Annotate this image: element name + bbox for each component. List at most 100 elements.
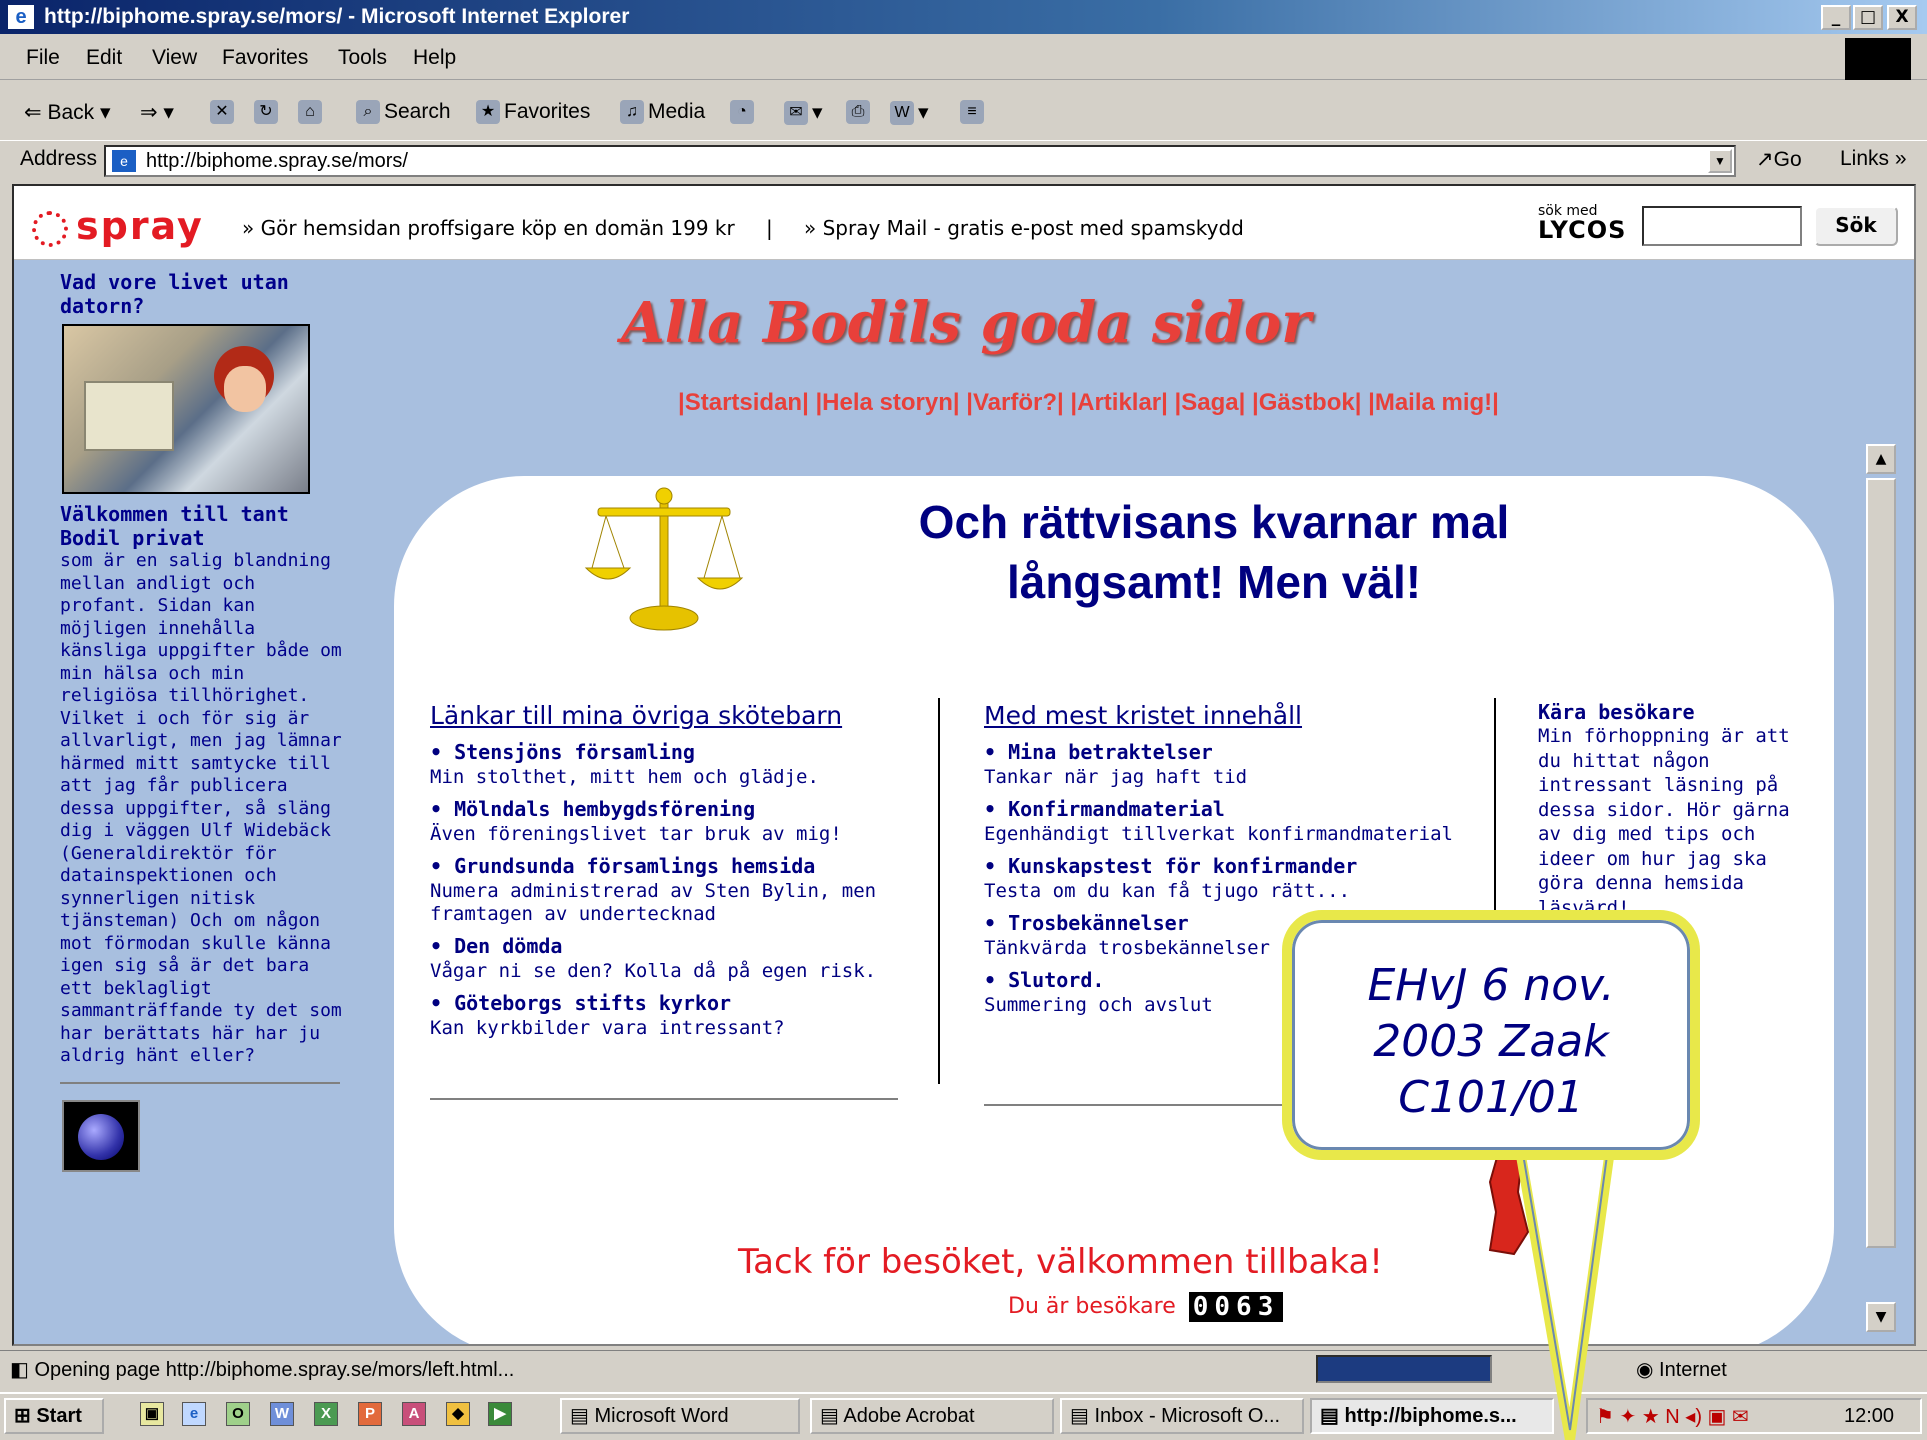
link-desc: Numera administrerad av Sten Bylin, men … <box>430 880 877 925</box>
list-item: • Konfirmandmaterial Egenhändigt tillverk… <box>984 795 1494 846</box>
link-title[interactable]: • Konfirmandmaterial <box>984 795 1494 823</box>
link-title[interactable]: • Mölndals hembygdsförening <box>430 795 910 823</box>
mail-button[interactable]: ✉ ▾ <box>784 100 823 126</box>
task-inbox[interactable]: ▤ Inbox - Microsoft O... <box>1060 1398 1304 1434</box>
task-label: http://biphome.s... <box>1344 1405 1517 1427</box>
task-acrobat[interactable]: ▤ Adobe Acrobat <box>810 1398 1054 1434</box>
search-button[interactable]: ⌕ Search <box>356 100 451 125</box>
spray-logo[interactable]: spray <box>32 204 204 248</box>
menu-view[interactable]: View <box>152 46 197 70</box>
task-word[interactable]: ▤ Microsoft Word <box>560 1398 800 1434</box>
media-button[interactable]: ♫ Media <box>620 100 706 125</box>
link-title[interactable]: • Kunskapstest för konfirmander <box>984 852 1494 880</box>
lycos-search-button[interactable]: Sök <box>1814 206 1898 246</box>
list-item: • Den dömda Vågar ni se den? Kolla då på … <box>430 932 910 983</box>
link-desc: Tankar när jag haft tid <box>984 766 1248 788</box>
scroll-up-icon[interactable]: ▲ <box>1866 444 1896 474</box>
excel-icon[interactable]: X <box>314 1402 338 1426</box>
print-icon: ⎙ <box>846 100 870 125</box>
spray-domain-link[interactable]: » Gör hemsidan proffsigare köp en domän … <box>242 216 735 240</box>
search-icon: ⌕ <box>356 100 380 125</box>
scroll-thumb[interactable] <box>1866 478 1896 1248</box>
windows-flag-icon: ⊞ <box>14 1405 31 1427</box>
menu-edit[interactable]: Edit <box>86 46 122 70</box>
welcome-heading: Välkommen till tant Bodil privat <box>60 502 289 550</box>
left-divider <box>60 1081 340 1084</box>
favorites-button[interactable]: ★ Favorites <box>476 100 591 125</box>
clock[interactable]: 12:00 <box>1844 1405 1894 1428</box>
task-word-icon: ▤ <box>570 1405 589 1427</box>
back-arrow-icon: ⇐ <box>24 101 42 124</box>
word-icon[interactable]: W <box>270 1402 294 1426</box>
globe-logo[interactable] <box>62 1099 140 1172</box>
site-nav[interactable]: |Startsidan| |Hela storyn| |Varför?| |Ar… <box>678 389 1499 417</box>
media-label: Media <box>648 100 706 123</box>
favorites-label: Favorites <box>504 100 591 123</box>
task-ie-icon: ▤ <box>1320 1405 1339 1427</box>
address-dropdown-icon[interactable]: ▼ <box>1708 149 1732 173</box>
history-button[interactable]: ◔ <box>730 100 758 125</box>
paint-icon[interactable]: ◆ <box>446 1402 470 1426</box>
stop-button[interactable]: ✕ <box>210 100 238 125</box>
minimize-button[interactable]: _ <box>1821 5 1851 30</box>
back-button[interactable]: ⇐ Back ▾ <box>24 100 111 125</box>
progress-bar <box>1316 1355 1492 1383</box>
list-item: • Mina betraktelser Tankar när jag haft t… <box>984 738 1494 789</box>
links-button[interactable]: Links » <box>1840 147 1907 171</box>
menu-tools[interactable]: Tools <box>338 46 387 70</box>
link-title[interactable]: • Mina betraktelser <box>984 738 1494 766</box>
go-label: Go <box>1773 148 1802 171</box>
powerpoint-icon[interactable]: P <box>358 1402 382 1426</box>
security-zone: ◉ Internet <box>1636 1357 1727 1382</box>
list-item: • Göteborgs stifts kyrkor Kan kyrkbilder … <box>430 989 910 1040</box>
spray-banner: spray » Gör hemsidan proffsigare köp en … <box>14 186 1914 260</box>
media-icon: ♫ <box>620 100 644 125</box>
task-label: Microsoft Word <box>594 1405 729 1427</box>
scroll-down-icon[interactable]: ▼ <box>1866 1302 1896 1332</box>
word-icon: W <box>890 101 914 126</box>
ie-icon[interactable]: e <box>182 1402 206 1426</box>
desktop-icon[interactable]: ▣ <box>140 1402 164 1426</box>
callout-line-3: C101/01 <box>1398 1072 1584 1123</box>
menu-file[interactable]: File <box>26 46 60 70</box>
page-icon: e <box>112 150 136 172</box>
christian-column-heading[interactable]: Med mest kristet innehåll <box>984 700 1494 732</box>
go-button[interactable]: ↗Go <box>1756 147 1802 172</box>
forward-button[interactable]: ⇒ ▾ <box>140 100 174 125</box>
discuss-button[interactable]: ≡ <box>960 100 988 125</box>
system-tray: ⚑ ✦ ★ N ◂) ▣ ✉ 12:00 <box>1586 1398 1922 1434</box>
vertical-scrollbar[interactable]: ▲ ▼ <box>1866 444 1898 1334</box>
spray-mail-link[interactable]: » Spray Mail - gratis e-post med spamsky… <box>804 216 1244 240</box>
home-button[interactable]: ⌂ <box>298 100 326 125</box>
spray-logo-text: spray <box>76 204 204 248</box>
player-icon[interactable]: ▶ <box>488 1402 512 1426</box>
lycos-search-input[interactable] <box>1642 206 1802 246</box>
lycos-logo: sök med LYCOS <box>1538 204 1626 242</box>
link-title[interactable]: • Grundsunda församlings hemsida <box>430 852 910 880</box>
menu-favorites[interactable]: Favorites <box>222 46 308 70</box>
outlook-icon[interactable]: O <box>226 1402 250 1426</box>
refresh-button[interactable]: ↻ <box>254 100 282 125</box>
print-button[interactable]: ⎙ <box>846 100 874 125</box>
visitor-note-text: Min förhoppning är att du hittat någon i… <box>1538 725 1790 894</box>
status-message: Opening page http://biphome.spray.se/mor… <box>34 1359 515 1381</box>
start-button[interactable]: ⊞ Start <box>4 1398 104 1434</box>
links-label: Links <box>1840 147 1890 170</box>
link-title[interactable]: • Den dömda <box>430 932 910 960</box>
menu-help[interactable]: Help <box>413 46 456 70</box>
link-title[interactable]: • Göteborgs stifts kyrkor <box>430 989 910 1017</box>
column-divider <box>938 698 940 1084</box>
windows-logo-icon <box>1845 38 1911 80</box>
close-button[interactable]: X <box>1887 5 1917 30</box>
maximize-button[interactable]: □ <box>1853 5 1883 30</box>
address-input[interactable]: e http://biphome.spray.se/mors/ ▼ <box>104 145 1736 177</box>
links-column-heading[interactable]: Länkar till mina övriga skötebarn <box>430 700 910 732</box>
link-title[interactable]: • Stensjöns församling <box>430 738 910 766</box>
back-label: Back <box>47 101 95 124</box>
thanks-message: Tack för besöket, välkommen tillbaka! <box>738 1242 1383 1282</box>
edit-word-button[interactable]: W ▾ <box>890 100 929 126</box>
headline-line-1: Och rättvisans kvarnar mal <box>918 496 1510 548</box>
status-text: ◧ Opening page http://biphome.spray.se/m… <box>10 1357 514 1382</box>
access-icon[interactable]: A <box>402 1402 426 1426</box>
link-desc: Min stolthet, mitt hem och glädje. <box>430 766 819 788</box>
